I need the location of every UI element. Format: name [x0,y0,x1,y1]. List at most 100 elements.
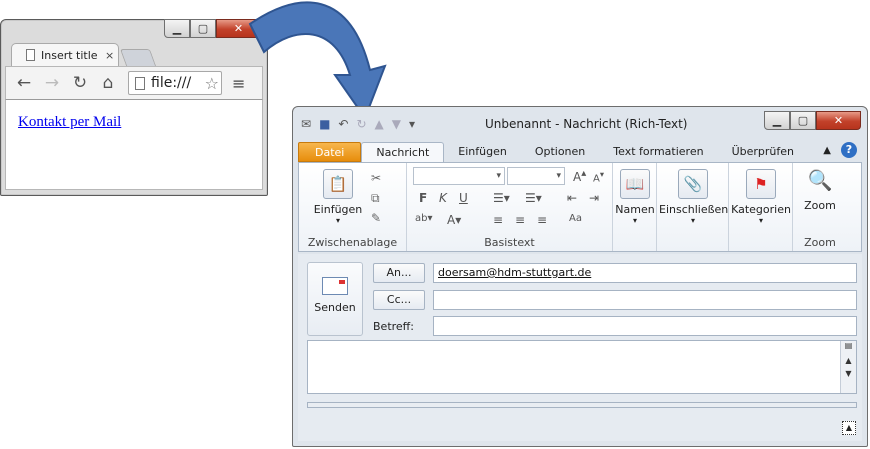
envelope-icon [322,277,348,295]
maximize-button[interactable]: ▢ [790,111,816,130]
names-button[interactable]: 📖 Namen ▾ [615,169,655,225]
new-tab-button[interactable] [119,49,157,66]
copy-icon[interactable]: ⧉ [371,191,380,206]
group-include: 📎 Einschließen ▾ [657,163,729,251]
group-names: 📖 Namen ▾ [613,163,657,251]
message-body[interactable]: ▤ ▲ ▼ [307,340,857,394]
outlook-message-window: ✉ ■ ↶ ↻ ▲ ▼ ▾ Unbenannt - Nachricht (Ric… [292,106,868,447]
undo-icon[interactable]: ↶ [338,117,348,131]
underline-icon[interactable]: U [459,191,468,205]
include-label: Einschließen [659,203,729,216]
group-categories: ⚑ Kategorien ▾ [729,163,793,251]
paste-button[interactable]: 📋 Einfügen ▾ [313,169,363,225]
close-button[interactable]: ✕ [816,111,861,130]
to-field[interactable]: doersam@hdm-stuttgart.de [433,263,857,283]
cc-field[interactable] [433,290,857,310]
cc-button[interactable]: Cc... [373,290,425,310]
align-left-icon[interactable]: ≡ [493,213,503,227]
format-painter-icon[interactable]: ✎ [371,211,381,225]
group-label: Basistext [484,236,535,249]
categories-label: Kategorien [731,203,791,216]
address-text: file:/// [151,75,192,91]
chevron-down-icon: ▾ [632,216,637,225]
mail-link[interactable]: Kontakt per Mail [18,114,121,130]
tab-text-formatieren[interactable]: Text formatieren [599,142,717,162]
down-arrow-icon[interactable]: ▼ [392,117,401,131]
tab-einfuegen[interactable]: Einfügen [444,142,521,162]
scroll-up-icon[interactable]: ▲ [841,356,856,365]
minimize-button[interactable]: ▁ [164,19,190,38]
window-title: Unbenannt - Nachricht (Rich-Text) [485,117,688,131]
highlight-icon[interactable]: ab▾ [415,213,433,224]
compose-area: Senden An... doersam@hdm-stuttgart.de Cc… [298,254,862,441]
chevron-down-icon: ▾ [335,216,340,225]
group-label: Zoom [804,236,836,249]
subject-field[interactable] [433,316,857,336]
forward-arrow-icon[interactable]: → [44,73,60,93]
flag-icon: ⚑ [746,169,776,199]
page-icon [26,49,35,61]
redo-icon[interactable]: ↻ [356,117,366,131]
maximize-button[interactable]: ▢ [190,19,216,38]
tab-datei[interactable]: Datei [298,142,362,162]
horizontal-scrollbar[interactable] [307,402,857,408]
browser-toolbar: ← → ↻ ⌂ file:/// ☆ ≡ [5,66,263,100]
include-button[interactable]: 📎 Einschließen ▾ [659,169,729,225]
customize-toolbar-icon[interactable]: ▾ [409,117,415,131]
align-right-icon[interactable]: ≡ [537,213,547,227]
clipboard-icon: 📋 [323,169,353,199]
tab-close-icon[interactable]: × [105,49,114,62]
clear-formatting-icon[interactable]: Aa [569,213,582,224]
send-button[interactable]: Senden [307,262,363,336]
scroll-down-icon[interactable]: ▼ [841,369,856,378]
tab-nachricht[interactable]: Nachricht [361,142,445,162]
to-button[interactable]: An... [373,263,425,283]
categories-button[interactable]: ⚑ Kategorien ▾ [731,169,791,225]
paperclip-icon: 📎 [678,169,708,199]
increase-indent-icon[interactable]: ⇥ [589,191,599,205]
align-center-icon[interactable]: ≡ [515,213,525,227]
back-arrow-icon[interactable]: ← [16,73,32,93]
ruler-icon[interactable]: ▤ [841,341,856,350]
up-arrow-icon[interactable]: ▲ [375,117,384,131]
names-label: Namen [615,203,655,216]
font-color-icon[interactable]: A▾ [447,213,461,227]
shrink-font-icon[interactable]: A▾ [593,169,604,184]
font-size-combo[interactable]: ▾ [507,167,565,185]
vertical-scrollbar[interactable]: ▤ ▲ ▼ [840,341,856,393]
browser-tab[interactable]: Insert title × [11,43,119,66]
group-label: Zwischenablage [307,236,398,249]
group-basic-text: ▾ ▾ A▴ A▾ F K U ☰▾ ☰▾ ⇤ ⇥ ab▾ A▾ ≡ ≡ ≡ A… [407,163,613,251]
page-icon [135,76,145,90]
ribbon: 📋 Einfügen ▾ ✂ ⧉ ✎ Zwischenablage ▾ ▾ A▴… [298,162,862,252]
address-bar[interactable]: file:/// ☆ [128,71,222,95]
bullets-icon[interactable]: ☰▾ [493,191,510,205]
zoom-button[interactable]: 🔍 Zoom [797,165,843,212]
collapse-ribbon-icon[interactable]: ▲ [823,145,831,156]
send-label: Senden [314,301,356,314]
zoom-button-label: Zoom [804,199,836,212]
bold-icon[interactable]: F [419,191,427,205]
expand-people-pane-icon[interactable]: ▲ [842,421,856,435]
tab-ueberpruefen[interactable]: Überprüfen [718,142,808,162]
ribbon-tabs: Datei Nachricht Einfügen Optionen Text f… [298,140,862,162]
grow-font-icon[interactable]: A▴ [573,168,586,184]
paste-label: Einfügen [313,203,363,216]
tab-optionen[interactable]: Optionen [521,142,599,162]
chevron-down-icon: ▾ [690,216,695,225]
decrease-indent-icon[interactable]: ⇤ [567,191,577,205]
tab-title: Insert title [41,48,98,62]
numbering-icon[interactable]: ☰▾ [525,191,542,205]
home-icon[interactable]: ⌂ [100,73,116,93]
font-name-combo[interactable]: ▾ [413,167,505,185]
star-icon[interactable]: ☆ [205,74,219,93]
browser-window: ▁ ▢ ✕ Insert title × ← → ↻ ⌂ file:/// ☆ … [0,19,268,196]
address-book-icon: 📖 [620,169,650,199]
reload-icon[interactable]: ↻ [72,73,88,93]
save-icon[interactable]: ■ [319,117,330,131]
help-icon[interactable]: ? [841,142,857,158]
italic-icon[interactable]: K [439,191,447,205]
minimize-button[interactable]: ▁ [764,111,790,130]
cut-icon[interactable]: ✂ [371,171,381,185]
chevron-down-icon: ▾ [758,216,763,225]
